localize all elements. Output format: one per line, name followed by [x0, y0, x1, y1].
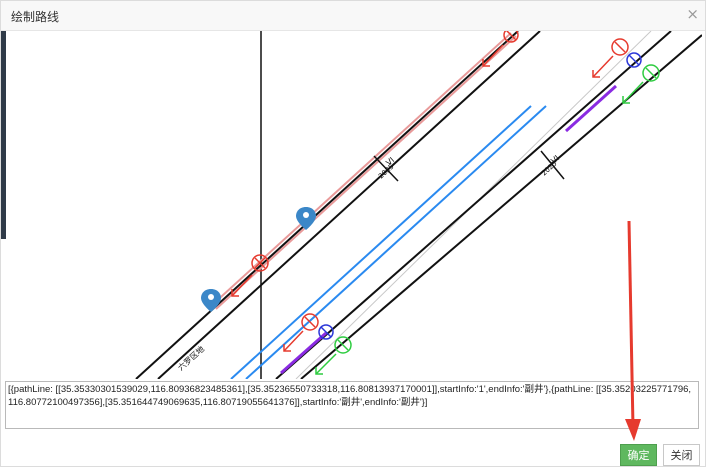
blue-node-icon[interactable]: [318, 324, 334, 340]
road-lower-edge-1: [275, 31, 672, 379]
blue-route-2: [245, 105, 547, 379]
path-output-textarea[interactable]: [{pathLine: [[35.35330301539029,116.8093…: [5, 381, 699, 429]
close-icon[interactable]: ×: [686, 6, 699, 22]
pink-route-a: [210, 32, 512, 307]
dialog-title: 绘制路线: [11, 10, 60, 24]
direction-arrow-icon: [622, 81, 644, 104]
purple-path-segment-1: [280, 331, 327, 375]
valve-icon[interactable]: [301, 313, 319, 331]
route-dialog: 绘制路线 × VI 2025 VI 2025 六罗区地 [{pathLine: …: [0, 0, 706, 467]
dialog-footer: 确定 关闭: [1, 436, 705, 467]
map-canvas[interactable]: VI 2025 VI 2025 六罗区地: [6, 31, 702, 379]
road-lower-edge-2: [300, 34, 702, 379]
close-button[interactable]: 关闭: [663, 444, 700, 466]
purple-path-segment-2: [564, 84, 618, 133]
dialog-titlebar: 绘制路线 ×: [1, 1, 705, 31]
map-marker-icon[interactable]: [201, 289, 221, 312]
green-node-icon[interactable]: [334, 336, 352, 354]
blue-route-1: [230, 105, 532, 379]
road-upper-edge-1: [135, 31, 519, 379]
confirm-button[interactable]: 确定: [620, 444, 657, 466]
valve-icon[interactable]: [611, 38, 629, 56]
direction-arrow-icon: [592, 55, 614, 78]
